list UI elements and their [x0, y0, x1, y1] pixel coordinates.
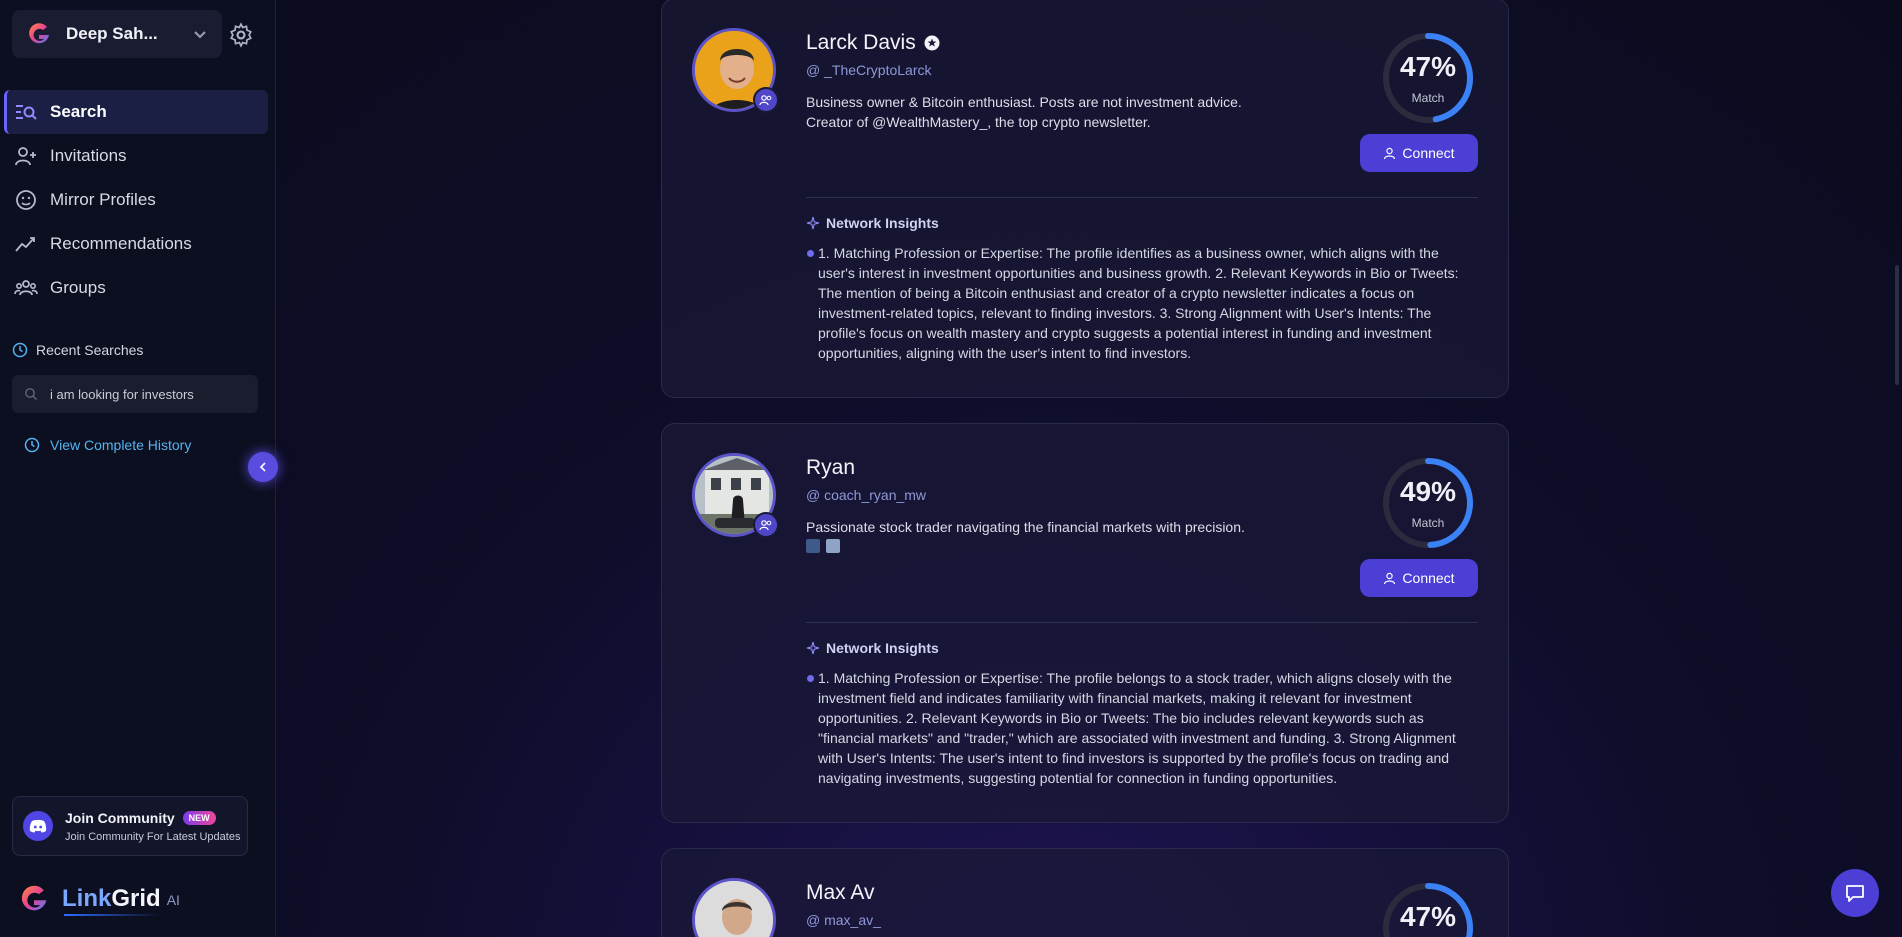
chat-button[interactable] — [1831, 869, 1879, 917]
bio-line: Passionate stock trader navigating the f… — [806, 519, 1245, 535]
clock-icon — [12, 342, 28, 358]
brand-name-link: Link — [62, 885, 112, 912]
brand-logo: LinkGrid AI — [18, 882, 180, 916]
sparkle-icon — [806, 641, 820, 655]
profile-bio: Business owner & Bitcoin enthusiast. Pos… — [806, 92, 1266, 132]
bio-line: Business owner & Bitcoin enthusiast. Pos… — [806, 94, 1242, 110]
nav-item-search[interactable]: Search — [4, 90, 268, 134]
divider — [806, 622, 1478, 623]
network-insights-heading: Network Insights — [806, 215, 939, 231]
profile-card: Max Av @ max_av_ 47% — [661, 848, 1509, 937]
chevron-down-icon[interactable] — [188, 22, 212, 46]
profile-handle[interactable]: @ _TheCryptoLarck — [806, 62, 931, 78]
bio-emojis — [806, 539, 1266, 553]
linkgrid-logo-icon — [21, 885, 47, 911]
user-icon — [1384, 572, 1396, 584]
profile-name-text: Ryan — [806, 456, 856, 479]
connect-label: Connect — [1402, 145, 1455, 161]
recent-search-item[interactable]: i am looking for investors — [12, 375, 258, 413]
chevron-left-icon — [259, 462, 266, 472]
gear-icon[interactable] — [228, 22, 254, 48]
profile-card: Ryan @ coach_ryan_mw Passionate stock tr… — [661, 423, 1509, 823]
nav-item-invitations[interactable]: Invitations — [4, 134, 268, 178]
nav-label: Invitations — [50, 146, 127, 165]
match-percent: 47% — [1399, 51, 1457, 82]
nav-item-groups[interactable]: Groups — [4, 266, 268, 310]
profile-name[interactable]: Max Av — [806, 881, 874, 905]
trend-icon — [15, 237, 35, 252]
users-icon — [753, 512, 779, 538]
profile-handle[interactable]: @ max_av_ — [806, 912, 881, 928]
avatar[interactable] — [692, 878, 776, 937]
nav-item-mirror-profiles[interactable]: Mirror Profiles — [4, 178, 268, 222]
profile-name[interactable]: Ryan — [806, 456, 855, 480]
connect-button[interactable]: Connect — [1360, 134, 1478, 172]
nav-label: Mirror Profiles — [50, 190, 156, 209]
view-history-label: View Complete History — [50, 437, 192, 453]
network-insights-text: 1. Matching Profession or Expertise: The… — [818, 245, 1459, 361]
nav-label: Search — [50, 102, 107, 121]
match-percent: 49% — [1399, 476, 1457, 507]
profile-name[interactable]: Larck Davis — [806, 31, 940, 55]
network-insights-label: Network Insights — [826, 640, 939, 656]
community-subtitle: Join Community For Latest Updates — [65, 830, 241, 843]
linkgrid-logo-icon — [29, 23, 49, 44]
clock-icon — [24, 437, 40, 453]
brand-name-grid: Grid — [111, 885, 161, 912]
sidebar: Deep Sah... Search Invitations Mirror Pr… — [0, 0, 276, 937]
bullet-dot — [807, 675, 814, 682]
chat-bubble-icon — [1846, 885, 1864, 902]
recent-searches-heading: Recent Searches — [12, 342, 143, 358]
search-list-icon — [16, 105, 37, 120]
recent-search-text: i am looking for investors — [50, 386, 194, 402]
match-label: Match — [1411, 91, 1445, 105]
match-label: Match — [1411, 516, 1445, 530]
mirror-face-icon — [16, 190, 36, 210]
sparkle-icon — [806, 216, 820, 230]
user-name: Deep Sah... — [66, 24, 158, 43]
trend-up-emoji-icon — [826, 539, 840, 553]
match-percent: 47% — [1399, 901, 1457, 932]
brand-ai: AI — [166, 892, 180, 908]
connect-button[interactable]: Connect — [1360, 559, 1478, 597]
main-nav: Search Invitations Mirror Profiles Recom… — [4, 90, 268, 310]
profile-card: Larck Davis @ _TheCryptoLarck Business o… — [661, 0, 1509, 398]
collapse-sidebar-button[interactable] — [248, 452, 278, 482]
users-icon — [753, 87, 779, 113]
profile-bio: Passionate stock trader navigating the f… — [806, 517, 1266, 553]
avatar-photo — [695, 881, 773, 937]
profile-handle[interactable]: @ coach_ryan_mw — [806, 487, 926, 503]
scrollbar[interactable] — [1895, 265, 1899, 385]
network-insights-label: Network Insights — [826, 215, 939, 231]
profile-name-text: Larck Davis — [806, 31, 916, 54]
recent-searches-label: Recent Searches — [36, 342, 144, 358]
brand-name: LinkGrid — [62, 885, 161, 913]
bio-line: Creator of @WealthMastery_, the top cryp… — [806, 114, 1151, 130]
community-title: Join Community NEW — [65, 810, 240, 826]
account-switcher[interactable]: Deep Sah... — [12, 10, 222, 58]
nav-label: Recommendations — [50, 234, 192, 253]
search-icon — [25, 388, 37, 400]
profile-name-text: Max Av — [806, 881, 875, 904]
network-insights-heading: Network Insights — [806, 640, 939, 656]
join-community-card[interactable]: Join Community NEW Join Community For La… — [12, 796, 248, 856]
brand-underline — [64, 914, 160, 916]
bullet-dot — [807, 250, 814, 257]
network-insights-text: 1. Matching Profession or Expertise: The… — [818, 670, 1456, 786]
discord-icon — [23, 811, 53, 841]
view-history-link[interactable]: View Complete History — [24, 437, 191, 453]
divider — [806, 197, 1478, 198]
connect-label: Connect — [1402, 570, 1455, 586]
bar-chart-emoji-icon — [806, 539, 820, 553]
user-plus-icon — [15, 147, 36, 166]
user-icon — [1384, 147, 1396, 159]
users-icon — [14, 280, 38, 296]
nav-label: Groups — [50, 278, 106, 297]
community-title-text: Join Community — [65, 809, 175, 826]
new-badge: NEW — [182, 810, 216, 825]
verified-badge-icon — [924, 35, 940, 51]
nav-item-recommendations[interactable]: Recommendations — [4, 222, 268, 266]
